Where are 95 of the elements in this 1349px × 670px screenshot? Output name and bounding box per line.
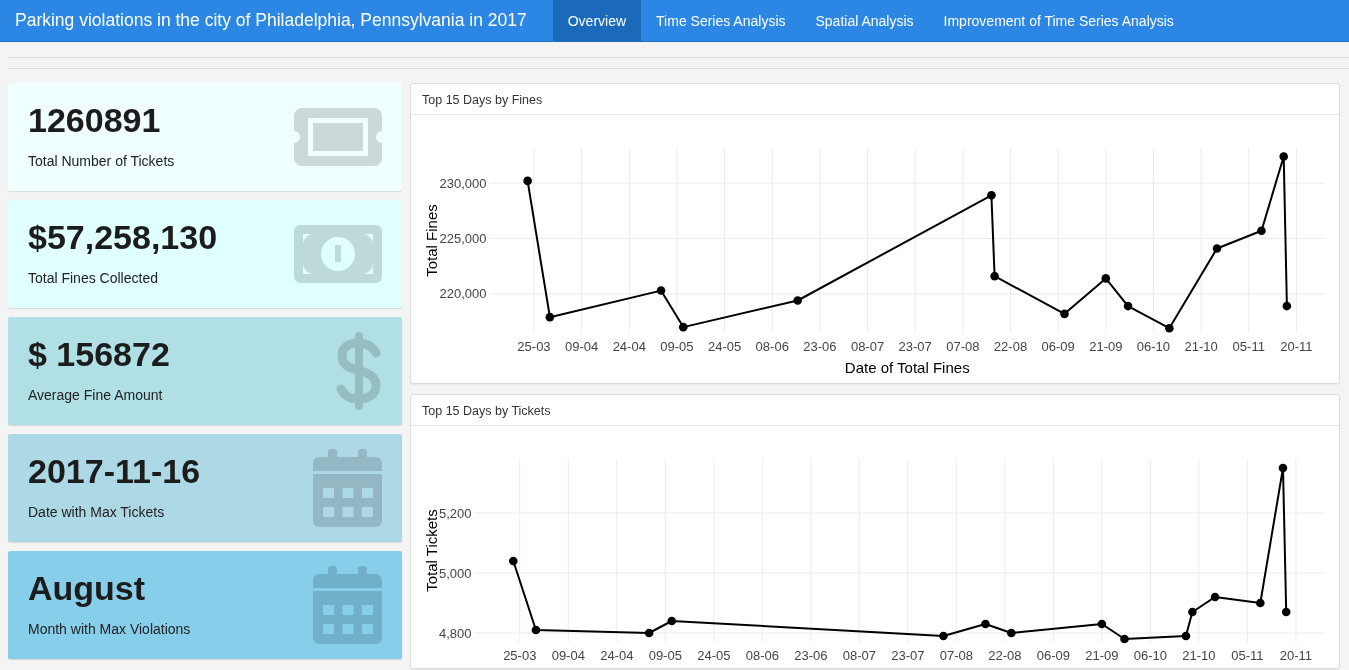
nav-tab[interactable]: Overview	[552, 0, 642, 41]
axis-tick-label: 24-05	[697, 648, 731, 663]
axis-tick-label: 22-08	[988, 648, 1022, 663]
data-point	[1256, 598, 1265, 608]
chart-title: Top 15 Days by Fines	[422, 92, 543, 107]
value-label: Total Number of Tickets	[28, 152, 175, 171]
axis-tick-label: 09-05	[660, 339, 694, 354]
axis-tick-label: 21-09	[1089, 339, 1123, 354]
axis-tick-label: 05-11	[1232, 339, 1265, 354]
value-label: Month with Max Violations	[28, 620, 191, 639]
data-point	[1165, 323, 1174, 333]
data-point	[1101, 274, 1111, 283]
data-point	[1097, 619, 1107, 629]
data-point	[1281, 607, 1291, 617]
data-point	[531, 625, 541, 635]
calendar-icon	[313, 449, 382, 527]
calendar-icon	[313, 566, 382, 644]
axis-tick-label: 07-08	[939, 648, 973, 663]
data-point	[509, 556, 518, 566]
axis-tick-label: 09-04	[565, 339, 599, 354]
nav-tab[interactable]: Improvement of Time Series Analysis	[928, 0, 1189, 41]
value-text: August	[28, 568, 146, 608]
axis-tick-label: 25-03	[503, 648, 537, 663]
data-point	[679, 322, 688, 332]
axis-tick-label: 06-10	[1133, 648, 1167, 663]
axis-tick-label: 225,000	[439, 231, 487, 246]
axis-tick-label: 20-11	[1279, 648, 1313, 663]
data-point	[1181, 631, 1191, 641]
axis-tick-label: 24-05	[707, 339, 742, 354]
axis-tick-label: 06-09	[1036, 648, 1070, 663]
data-point	[1278, 463, 1288, 473]
data-point	[1120, 634, 1129, 644]
axis-tick-label: 24-04	[612, 339, 646, 354]
nav-tab[interactable]: Time Series Analysis	[641, 0, 801, 41]
axis-tick-label: 08-07	[842, 648, 876, 663]
data-point	[644, 628, 654, 638]
data-point	[1188, 607, 1197, 617]
data-point	[793, 296, 802, 305]
data-point	[1282, 301, 1292, 311]
app-title: Parking violations in the city of Philadelphia, Pennsylvania in 2017	[15, 10, 527, 31]
data-point	[1257, 226, 1266, 236]
data-point	[523, 176, 532, 186]
value-label: Total Fines Collected	[28, 269, 158, 288]
data-point	[1212, 244, 1222, 253]
value-text: $57,258,130	[28, 217, 218, 257]
ticket-icon	[294, 108, 382, 166]
axis-tick-label: 07-08	[946, 339, 980, 354]
value-text: 2017-11-16	[28, 451, 201, 491]
axis-tick-label: 23-07	[891, 648, 925, 663]
axis-tick-label: 21-10	[1182, 648, 1216, 663]
axis-tick-label: 220,000	[439, 286, 487, 302]
axis-tick-label: 23-06	[803, 339, 837, 354]
axis-tick-label: 06-10	[1136, 339, 1171, 354]
axis-tick-label: 09-04	[551, 648, 585, 663]
nav-tab[interactable]: Spatial Analysis	[800, 0, 929, 41]
value-text: $ 156872	[28, 334, 170, 374]
axis-title: Total Tickets	[423, 509, 440, 592]
axis-title: Total Fines	[423, 204, 440, 277]
value-label: Date with Max Tickets	[28, 503, 165, 522]
value-label: Average Fine Amount	[28, 386, 163, 405]
axis-title: Date of Total Fines	[844, 359, 970, 376]
axis-tick-label: 5,200	[438, 505, 472, 521]
axis-tick-label: 06-09	[1041, 339, 1075, 354]
chart-title: Top 15 Days by Tickets	[422, 403, 551, 418]
banknote-icon	[294, 225, 382, 283]
dollar-icon	[336, 331, 382, 411]
data-point	[667, 616, 677, 626]
axis-tick-label: 21-09	[1085, 648, 1119, 663]
axis-tick-label: 08-06	[755, 339, 789, 354]
data-point	[1007, 628, 1016, 638]
axis-tick-label: 23-07	[898, 339, 932, 354]
data-point	[1279, 152, 1288, 161]
data-point	[1210, 592, 1220, 602]
data-point	[545, 312, 555, 322]
data-point	[1123, 301, 1133, 311]
axis-tick-label: 230,000	[439, 175, 487, 191]
axis-tick-label: 22-08	[993, 339, 1028, 354]
axis-tick-label: 20-11	[1280, 339, 1313, 354]
axis-tick-label: 05-11	[1231, 648, 1264, 663]
data-point	[981, 619, 990, 629]
axis-tick-label: 08-06	[745, 648, 779, 663]
data-point	[990, 271, 999, 281]
value-text: 1260891	[28, 100, 161, 140]
axis-tick-label: 09-05	[648, 648, 682, 663]
axis-tick-label: 21-10	[1184, 339, 1218, 354]
axis-tick-label: 5,000	[438, 565, 472, 581]
data-point	[987, 191, 996, 200]
axis-tick-label: 23-06	[794, 648, 828, 663]
data-point	[656, 286, 666, 295]
axis-tick-label: 24-04	[600, 648, 634, 663]
axis-tick-label: 25-03	[517, 339, 551, 354]
data-point	[1060, 309, 1069, 319]
data-point	[939, 631, 948, 641]
axis-tick-label: 08-07	[850, 339, 885, 354]
axis-tick-label: 4,800	[438, 625, 472, 641]
